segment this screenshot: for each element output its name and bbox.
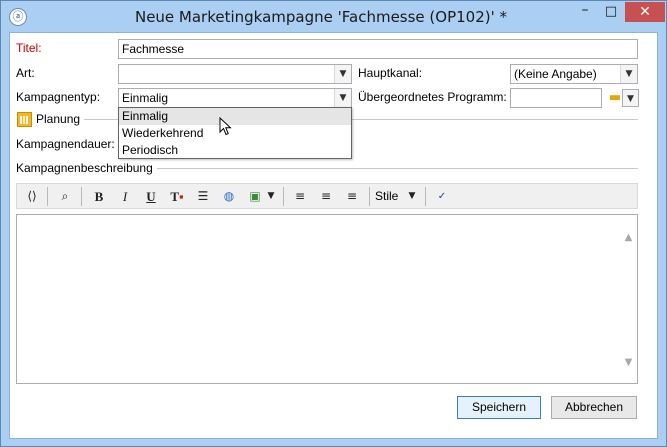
close-button[interactable]: ✕	[625, 2, 665, 22]
scroll-up-icon[interactable]: ▲	[620, 229, 637, 246]
art-label: Art:	[16, 66, 35, 80]
art-select[interactable]: ▼	[118, 64, 352, 84]
toolbar-separator	[369, 187, 370, 206]
bullet-list-icon[interactable]: ☰	[192, 186, 214, 207]
align-center-icon[interactable]: ≡	[315, 186, 337, 207]
kampagnendauer-label: Kampagnendauer:	[16, 137, 115, 151]
bold-button[interactable]: B	[88, 186, 110, 207]
source-code-icon[interactable]: ⟨⟩	[21, 186, 43, 207]
insert-image-icon[interactable]: ▣	[244, 186, 266, 207]
calendar-icon	[17, 112, 32, 127]
hauptkanal-select[interactable]: (Keine Angabe) ▼	[510, 64, 638, 84]
kampagnentyp-dropdown-list: Einmalig Wiederkehrend Periodisch	[118, 107, 352, 159]
titel-field[interactable]: Fachmesse	[118, 39, 638, 59]
kampagnentyp-select[interactable]: Einmalig ▼	[118, 88, 352, 108]
find-binoculars-icon[interactable]: ⌕	[54, 186, 76, 207]
chevron-down-icon[interactable]: ▼	[405, 186, 419, 207]
dropdown-option[interactable]: Periodisch	[119, 142, 351, 159]
beschreibung-section: Kampagnenbeschreibung	[16, 161, 638, 175]
toolbar-separator	[47, 187, 48, 206]
italic-button[interactable]: I	[114, 186, 136, 207]
scroll-down-icon[interactable]: ▼	[620, 354, 637, 371]
hauptkanal-label: Hauptkanal:	[358, 66, 423, 80]
kampagnentyp-value: Einmalig	[122, 91, 169, 105]
titel-label: Titel:	[16, 41, 42, 55]
maximize-button[interactable]: □	[598, 2, 624, 22]
text-color-icon[interactable]: T▪	[166, 186, 188, 207]
hyperlink-globe-icon[interactable]: ◍	[218, 186, 240, 207]
kampagnentyp-label: Kampagnentyp:	[16, 90, 101, 104]
align-right-icon[interactable]: ≡	[341, 186, 363, 207]
title-bar[interactable]: ⓐ Neue Marketingkampagne 'Fachmesse (OP1…	[1, 1, 666, 32]
chevron-down-icon[interactable]: ▼	[620, 65, 637, 83]
programm-field[interactable]	[510, 88, 602, 108]
description-editor[interactable]: ▲ ▼	[16, 214, 638, 384]
minimize-button[interactable]: –	[572, 2, 598, 22]
chevron-down-icon[interactable]: ▼	[622, 89, 639, 107]
editor-scrollbar[interactable]: ▲ ▼	[620, 215, 637, 383]
chevron-down-icon[interactable]: ▼	[334, 89, 351, 107]
toolbar-separator	[283, 187, 284, 206]
cancel-button[interactable]: Abbrechen	[551, 396, 637, 419]
spellcheck-icon[interactable]: ✓	[431, 186, 453, 207]
save-button[interactable]: Speichern	[457, 396, 541, 419]
mouse-pointer-icon	[219, 117, 232, 136]
cancel-button-label: Abbrechen	[564, 400, 624, 414]
planung-heading: Planung	[36, 112, 85, 126]
programm-label: Übergeordnetes Programm:	[358, 90, 507, 104]
chevron-down-icon[interactable]: ▼	[334, 65, 351, 83]
beschreibung-heading: Kampagnenbeschreibung	[16, 161, 157, 175]
styles-dropdown-label[interactable]: Stile	[375, 186, 398, 207]
align-left-icon[interactable]: ≡	[289, 186, 311, 207]
hauptkanal-value: (Keine Angabe)	[514, 67, 597, 81]
dropdown-option[interactable]: Einmalig	[119, 108, 351, 125]
toolbar-separator	[81, 187, 82, 206]
editor-toolbar: ⟨⟩ ⌕ B I U T▪ ☰ ◍ ▣ ▼ ≡ ≡ ≡ Stile ▼ ✓	[16, 183, 638, 209]
dropdown-option[interactable]: Wiederkehrend	[119, 125, 351, 142]
save-button-label: Speichern	[471, 400, 527, 414]
app-logo-icon[interactable]: ⓐ	[9, 8, 27, 26]
window-title: Neue Marketingkampagne 'Fachmesse (OP102…	[134, 8, 508, 26]
chevron-down-icon[interactable]: ▼	[265, 186, 277, 207]
underline-button[interactable]: U	[140, 186, 162, 207]
toolbar-separator	[425, 187, 426, 206]
